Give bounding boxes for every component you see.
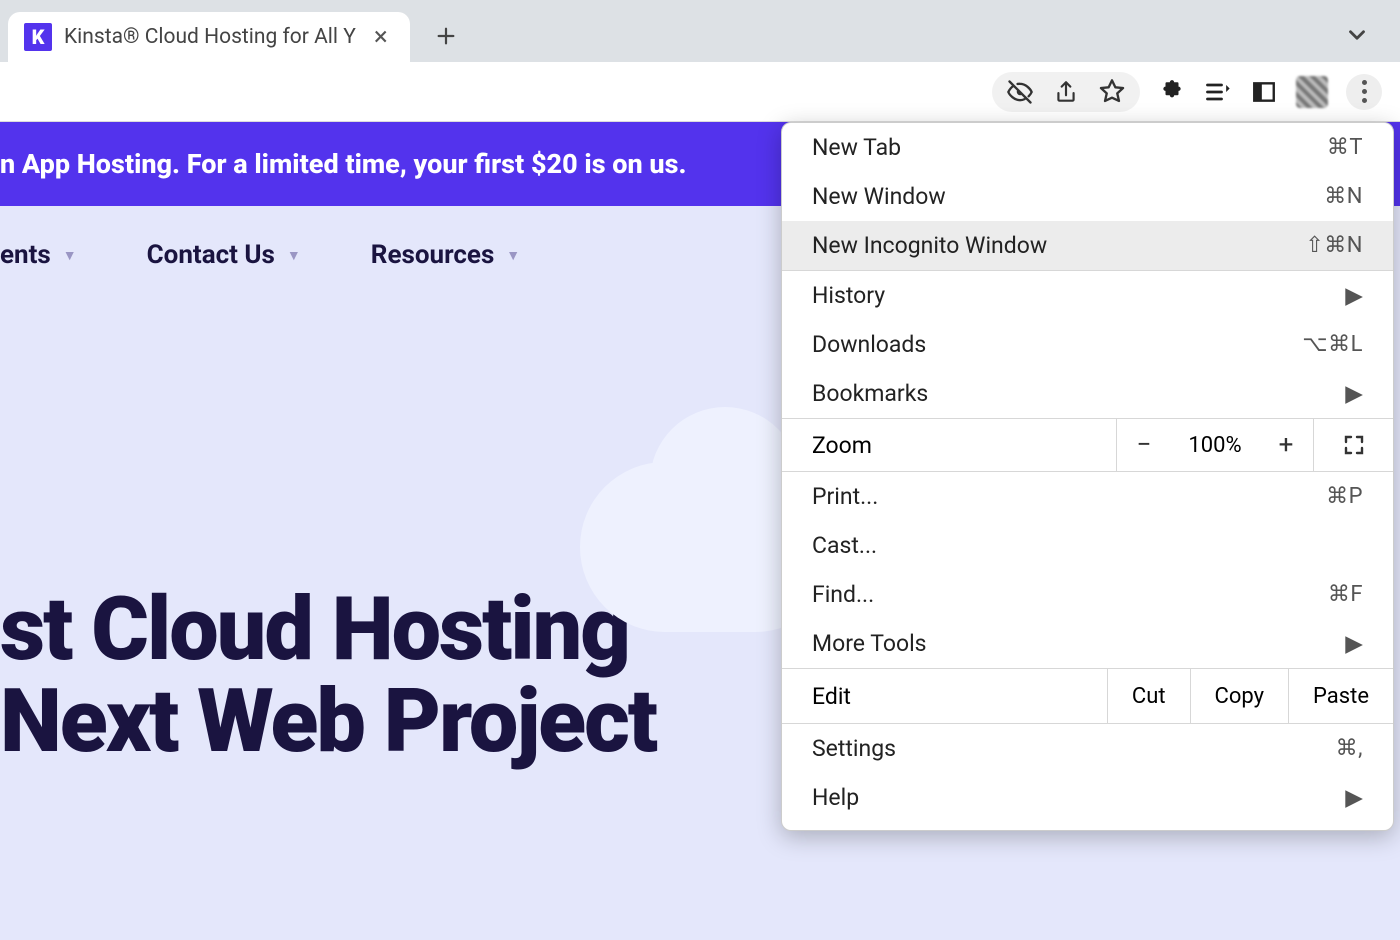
profile-avatar[interactable] bbox=[1296, 76, 1328, 108]
edit-paste-button[interactable]: Paste bbox=[1288, 669, 1393, 723]
menu-label: Help bbox=[812, 784, 859, 811]
menu-label: New Window bbox=[812, 183, 946, 210]
menu-edit: Edit Cut Copy Paste bbox=[782, 668, 1393, 724]
zoom-out-button[interactable]: − bbox=[1117, 430, 1171, 460]
omnibox-actions bbox=[992, 72, 1140, 112]
eye-off-icon[interactable] bbox=[1006, 78, 1034, 106]
nav-item-contact[interactable]: Contact Us ▼ bbox=[147, 240, 301, 270]
menu-zoom: Zoom − 100% + bbox=[782, 418, 1393, 472]
nav-item-partial[interactable]: ents ▼ bbox=[0, 240, 77, 270]
menu-more-tools[interactable]: More Tools ▶ bbox=[782, 619, 1393, 668]
chevron-down-icon bbox=[1344, 22, 1370, 48]
edit-cut-button[interactable]: Cut bbox=[1107, 669, 1190, 723]
nav-label: ents bbox=[0, 240, 51, 270]
zoom-in-button[interactable]: + bbox=[1259, 430, 1313, 460]
menu-label: Downloads bbox=[812, 331, 926, 358]
menu-new-tab[interactable]: New Tab ⌘T bbox=[782, 123, 1393, 172]
close-icon[interactable]: × bbox=[368, 22, 394, 52]
new-tab-button[interactable] bbox=[426, 16, 466, 56]
chevron-right-icon: ▶ bbox=[1345, 630, 1363, 657]
side-panel-icon[interactable] bbox=[1250, 78, 1278, 106]
menu-shortcut: ⌘, bbox=[1336, 736, 1363, 761]
chevron-right-icon: ▶ bbox=[1345, 784, 1363, 811]
menu-shortcut: ⌘N bbox=[1324, 184, 1363, 209]
edit-copy-button[interactable]: Copy bbox=[1190, 669, 1289, 723]
zoom-controls: − 100% + bbox=[1116, 419, 1313, 471]
menu-label: More Tools bbox=[812, 630, 927, 657]
menu-shortcut: ⌥⌘L bbox=[1302, 332, 1363, 357]
menu-label: Settings bbox=[812, 735, 896, 762]
plus-icon bbox=[435, 25, 457, 47]
menu-label: Print... bbox=[812, 483, 878, 510]
menu-label: Edit bbox=[782, 683, 1107, 710]
browser-toolbar bbox=[0, 62, 1400, 122]
menu-shortcut: ⌘T bbox=[1327, 135, 1363, 160]
menu-settings[interactable]: Settings ⌘, bbox=[782, 724, 1393, 773]
menu-history[interactable]: History ▶ bbox=[782, 271, 1393, 320]
menu-label: New Tab bbox=[812, 134, 901, 161]
tabs-dropdown-button[interactable] bbox=[1344, 22, 1370, 48]
fullscreen-icon bbox=[1342, 433, 1366, 457]
zoom-value: 100% bbox=[1171, 433, 1259, 458]
star-icon[interactable] bbox=[1098, 78, 1126, 106]
browser-menu-button[interactable] bbox=[1346, 74, 1382, 110]
caret-icon: ▼ bbox=[287, 247, 301, 264]
caret-icon: ▼ bbox=[506, 247, 520, 264]
nav-label: Contact Us bbox=[147, 240, 275, 270]
browser-menu: New Tab ⌘T New Window ⌘N New Incognito W… bbox=[781, 122, 1394, 831]
chevron-right-icon: ▶ bbox=[1345, 282, 1363, 309]
fullscreen-button[interactable] bbox=[1313, 419, 1393, 471]
menu-find[interactable]: Find... ⌘F bbox=[782, 570, 1393, 619]
menu-shortcut: ⌘P bbox=[1326, 484, 1363, 509]
menu-label: Cast... bbox=[812, 532, 877, 559]
menu-label: New Incognito Window bbox=[812, 232, 1047, 259]
menu-incognito[interactable]: New Incognito Window ⇧⌘N bbox=[782, 221, 1393, 270]
menu-new-window[interactable]: New Window ⌘N bbox=[782, 172, 1393, 221]
nav-label: Resources bbox=[371, 240, 495, 270]
reading-list-icon[interactable] bbox=[1204, 78, 1232, 106]
share-icon[interactable] bbox=[1052, 78, 1080, 106]
menu-label: History bbox=[812, 282, 885, 309]
menu-shortcut: ⌘F bbox=[1328, 582, 1363, 607]
menu-shortcut: ⇧⌘N bbox=[1305, 233, 1363, 258]
menu-help[interactable]: Help ▶ bbox=[782, 773, 1393, 822]
menu-bookmarks[interactable]: Bookmarks ▶ bbox=[782, 369, 1393, 418]
tab-favicon: K bbox=[24, 23, 52, 51]
chevron-right-icon: ▶ bbox=[1345, 380, 1363, 407]
tab-bar: K Kinsta® Cloud Hosting for All Y × bbox=[0, 0, 1400, 62]
tab-title: Kinsta® Cloud Hosting for All Y bbox=[64, 25, 356, 49]
caret-icon: ▼ bbox=[63, 247, 77, 264]
menu-print[interactable]: Print... ⌘P bbox=[782, 472, 1393, 521]
menu-downloads[interactable]: Downloads ⌥⌘L bbox=[782, 320, 1393, 369]
nav-item-resources[interactable]: Resources ▼ bbox=[371, 240, 520, 270]
menu-label: Bookmarks bbox=[812, 380, 928, 407]
puzzle-icon[interactable] bbox=[1158, 78, 1186, 106]
menu-label: Find... bbox=[812, 581, 874, 608]
menu-cast[interactable]: Cast... bbox=[782, 521, 1393, 570]
browser-tab[interactable]: K Kinsta® Cloud Hosting for All Y × bbox=[8, 12, 410, 62]
menu-label: Zoom bbox=[782, 432, 1116, 459]
